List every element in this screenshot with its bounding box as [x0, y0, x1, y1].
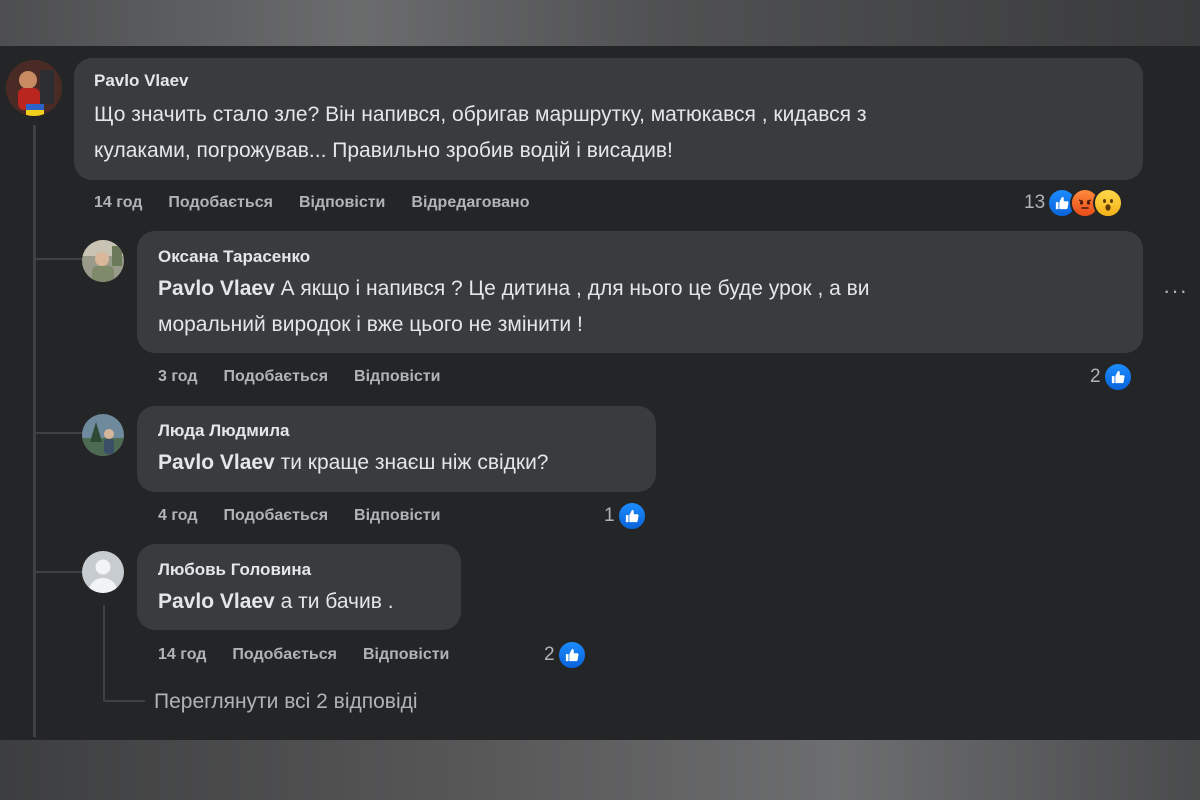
reaction-count: 13	[1024, 192, 1046, 213]
comment-time[interactable]: 3 год	[158, 368, 198, 385]
avatar[interactable]	[6, 60, 62, 116]
comment-text: Що значить стало зле? Він напився, обриг…	[94, 97, 1134, 169]
reply-button[interactable]: Відповісти	[354, 507, 440, 524]
thread-line-nested	[103, 605, 105, 700]
comment-text-line: Pavlo Vlaev а ти бачив .	[158, 584, 458, 620]
comment-text-line: Pavlo Vlaev А якщо і напився ? Це дитина…	[158, 271, 1138, 307]
comment-meta: 3 год Подобається Відповісти	[158, 368, 466, 386]
comment-text: Pavlo Vlaev а ти бачив .	[158, 584, 458, 620]
like-button[interactable]: Подобається	[168, 194, 273, 211]
comment-meta: 4 год Подобається Відповісти	[158, 507, 466, 525]
reaction-summary[interactable]: 1	[604, 501, 647, 531]
like-button[interactable]: Подобається	[232, 646, 337, 663]
reaction-count: 1	[604, 505, 615, 526]
comment-time[interactable]: 14 год	[158, 646, 206, 663]
comment-text-line: кулаками, погрожував... Правильно зробив…	[94, 139, 673, 162]
comment-time[interactable]: 14 год	[94, 194, 142, 211]
avatar[interactable]	[82, 240, 124, 282]
mention-link[interactable]: Pavlo Vlaev	[158, 590, 275, 613]
comment-text-fragment: а ти бачив .	[274, 590, 394, 613]
view-replies-link[interactable]: Переглянути всі 2 відповіді	[154, 690, 418, 714]
mention-link[interactable]: Pavlo Vlaev	[158, 277, 275, 300]
comment-author[interactable]: Любовь Головина	[158, 560, 311, 580]
like-button[interactable]: Подобається	[224, 368, 329, 385]
comment-text-line: Pavlo Vlaev ти краще знаєш ніж свідки?	[158, 445, 648, 481]
wow-icon	[1093, 188, 1124, 218]
comment-author[interactable]: Люда Людмила	[158, 421, 289, 441]
thread-branch	[33, 432, 83, 434]
mention-link[interactable]: Pavlo Vlaev	[158, 451, 275, 474]
comment-text: Pavlo Vlaev ти краще знаєш ніж свідки?	[158, 445, 648, 481]
edited-label[interactable]: Відредаговано	[411, 194, 529, 211]
reaction-summary[interactable]: 2	[1090, 362, 1133, 392]
avatar[interactable]	[82, 414, 124, 456]
reaction-count: 2	[544, 644, 555, 665]
reply-button[interactable]: Відповісти	[299, 194, 385, 211]
reply-button[interactable]: Відповісти	[354, 368, 440, 385]
blurred-bottom-edge	[0, 740, 1200, 800]
like-icon	[1102, 362, 1133, 392]
comment-meta: 14 год Подобається Відповісти	[158, 646, 475, 664]
thread-branch-nested	[103, 700, 145, 702]
comment-text-line: моральний виродок і вже цього не змінити…	[158, 313, 583, 336]
like-button[interactable]: Подобається	[224, 507, 329, 524]
comment-text-fragment: А якщо і напився ? Це дитина , для нього…	[274, 277, 870, 300]
comment-text-fragment: ти краще знаєш ніж свідки?	[274, 451, 549, 474]
reaction-summary[interactable]: 2	[544, 640, 587, 670]
comment-text-line: Що значить стало зле? Він напився, обриг…	[94, 103, 867, 126]
reaction-summary[interactable]: 13	[1024, 188, 1124, 218]
comment-thread-screenshot: Pavlo Vlaev Що значить стало зле? Він на…	[0, 0, 1200, 800]
thread-branch	[33, 258, 83, 260]
comment-author[interactable]: Оксана Тарасенко	[158, 247, 310, 267]
thread-line-main	[33, 125, 36, 737]
default-avatar-icon[interactable]	[82, 551, 124, 593]
comment-meta: 14 год Подобається Відповісти Відредаговано	[94, 194, 555, 212]
like-icon	[616, 501, 647, 531]
blurred-top-edge	[0, 0, 1200, 46]
comment-author[interactable]: Pavlo Vlaev	[94, 71, 189, 91]
more-options-icon[interactable]: ···	[1163, 278, 1188, 304]
comment-time[interactable]: 4 год	[158, 507, 198, 524]
reply-button[interactable]: Відповісти	[363, 646, 449, 663]
comment-text: Pavlo Vlaev А якщо і напився ? Це дитина…	[158, 271, 1138, 343]
thread-branch	[33, 571, 83, 573]
reaction-count: 2	[1090, 366, 1101, 387]
like-icon	[556, 640, 587, 670]
